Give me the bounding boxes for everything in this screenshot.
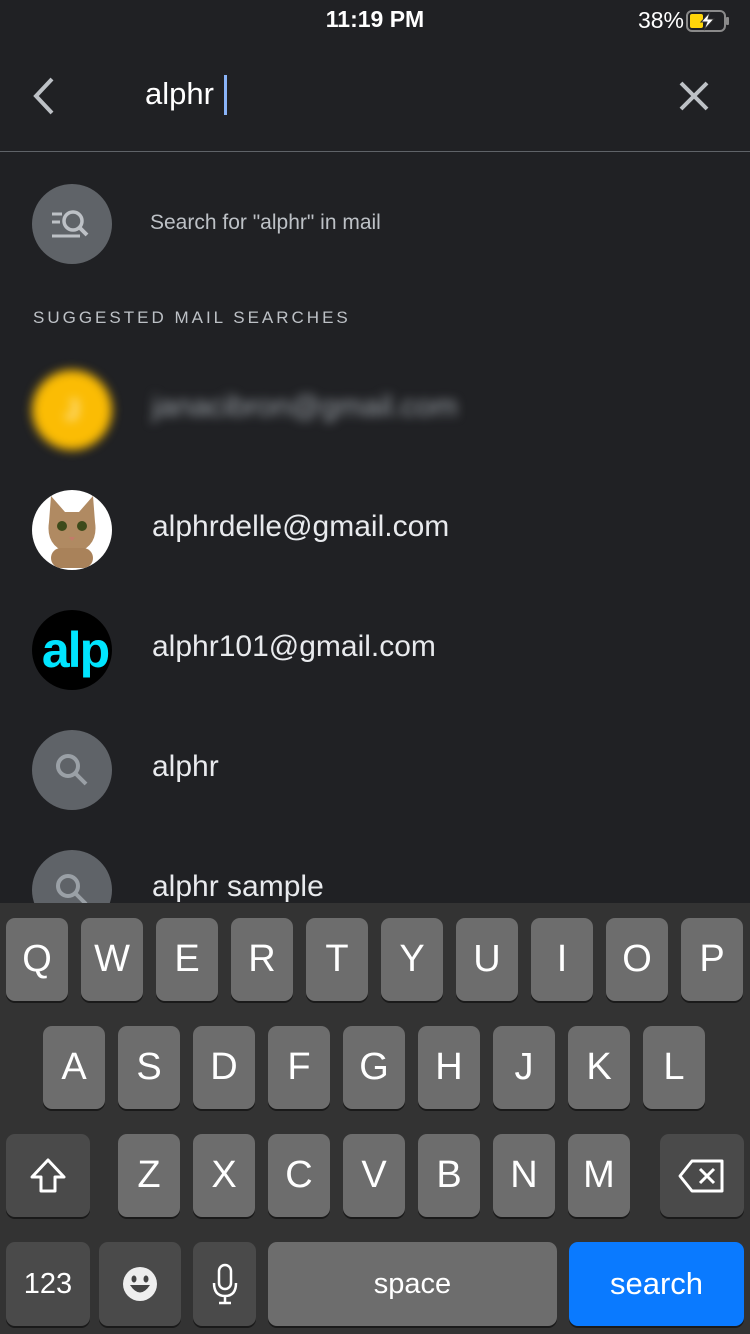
letter-key[interactable]: N [493,1134,555,1217]
text-caret [224,75,227,115]
suggestion-item[interactable]: alphrdelle@gmail.com [152,510,449,544]
letter-key[interactable]: F [268,1026,330,1109]
search-in-mail-icon [32,184,112,264]
letter-key[interactable]: R [231,918,293,1001]
dictation-key[interactable] [193,1242,256,1326]
alp-avatar-icon: alp [32,610,112,690]
search-key[interactable]: search [569,1242,744,1326]
battery-charging-icon [686,10,729,32]
letter-key[interactable]: H [418,1026,480,1109]
letter-key[interactable]: U [456,918,518,1001]
shift-key[interactable] [6,1134,90,1217]
cat-avatar-icon [32,490,112,570]
letter-key[interactable]: P [681,918,743,1001]
letter-key[interactable]: V [343,1134,405,1217]
emoji-key[interactable] [99,1242,181,1326]
letter-key[interactable]: M [568,1134,630,1217]
numbers-key[interactable]: 123 [6,1242,90,1326]
search-in-mail-hint[interactable]: Search for "alphr" in mail [150,211,381,235]
backspace-icon [678,1159,724,1192]
battery-percentage: 38% [637,7,684,33]
letter-key[interactable]: T [306,918,368,1001]
search-input[interactable]: alphr [145,76,214,112]
suggestion-item[interactable]: alphr sample [152,870,324,904]
letter-key[interactable]: G [343,1026,405,1109]
search-icon [32,730,112,810]
suggestion-item[interactable]: janacibron@gmail.com [152,390,458,424]
avatar: J [32,370,112,450]
suggestion-item[interactable]: alphr [152,750,219,784]
space-key[interactable]: space [268,1242,557,1326]
emoji-icon [123,1267,157,1301]
letter-key[interactable]: O [606,918,668,1001]
letter-key[interactable]: E [156,918,218,1001]
letter-key[interactable]: Q [6,918,68,1001]
keyboard: 123 space search QWERTYUIOP ASDFGHJKL ZXCV… [0,903,750,1334]
shift-icon [30,1158,66,1192]
microphone-icon [212,1263,237,1305]
letter-key[interactable]: B [418,1134,480,1217]
avatar-logo-text: alp [41,622,110,678]
letter-key[interactable]: K [568,1026,630,1109]
letter-key[interactable]: X [193,1134,255,1217]
letter-key[interactable]: A [43,1026,105,1109]
letter-key[interactable]: I [531,918,593,1001]
letter-key[interactable]: J [493,1026,555,1109]
letter-key[interactable]: D [193,1026,255,1109]
header-divider [0,151,750,152]
clear-icon[interactable] [676,78,712,114]
backspace-key[interactable] [660,1134,744,1217]
back-arrow-icon[interactable] [28,76,60,116]
suggestion-item[interactable]: alphr101@gmail.com [152,630,436,664]
letter-key[interactable]: W [81,918,143,1001]
section-title: SUGGESTED MAIL SEARCHES [33,308,351,327]
letter-key[interactable]: Z [118,1134,180,1217]
letter-key[interactable]: Y [381,918,443,1001]
letter-key[interactable]: L [643,1026,705,1109]
letter-key[interactable]: C [268,1134,330,1217]
letter-key[interactable]: S [118,1026,180,1109]
